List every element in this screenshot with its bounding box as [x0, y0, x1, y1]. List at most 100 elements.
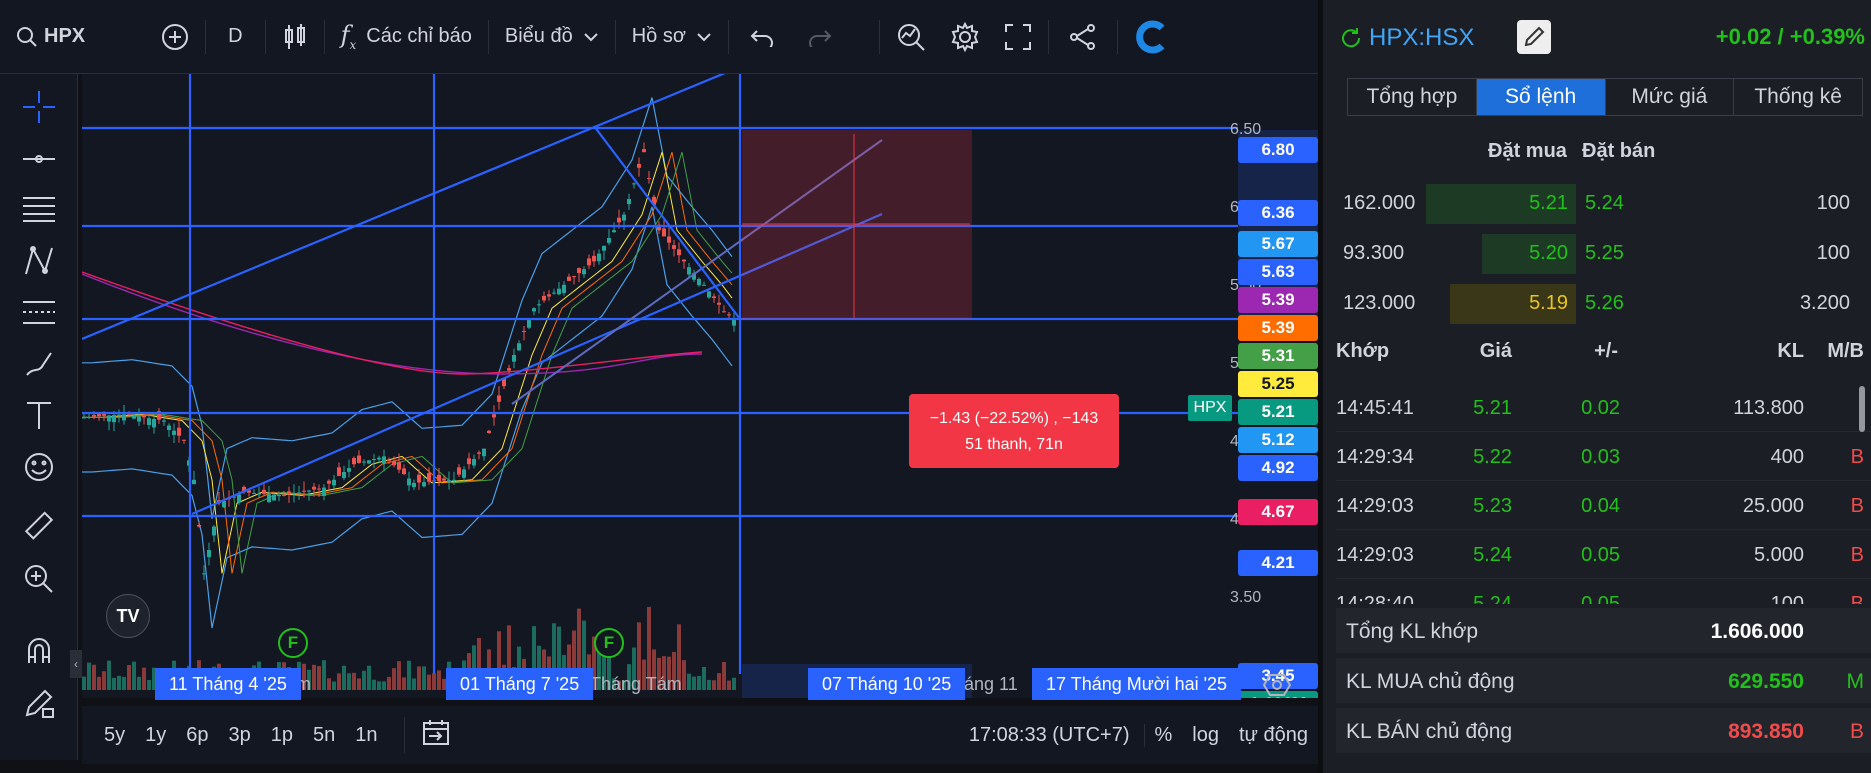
match-row[interactable]: 14:28:40 5.24 0.05 100 B — [1336, 580, 1871, 604]
refresh-icon[interactable] — [1339, 26, 1363, 50]
brush-tool[interactable] — [18, 342, 60, 384]
crosshair-tool[interactable] — [18, 86, 60, 128]
candle-body — [397, 462, 401, 470]
fib-tool[interactable] — [18, 188, 60, 230]
volume-bar — [82, 676, 86, 690]
symbol-search[interactable]: HPX — [12, 17, 97, 57]
indicators-button[interactable]: fx Các chỉ báo — [329, 17, 484, 57]
range-button-3p[interactable]: 3p — [219, 724, 261, 747]
orderbook-row[interactable]: 123.000 5.19 5.26 3.200 — [1343, 284, 1868, 324]
candle-body — [197, 524, 201, 527]
auto-scale-toggle[interactable]: tự động — [1229, 724, 1318, 747]
divider — [487, 19, 489, 54]
measure-tool[interactable] — [18, 506, 60, 548]
prediction-tool[interactable] — [18, 292, 60, 334]
trendline-tool[interactable] — [18, 138, 60, 180]
candle-body — [377, 457, 381, 460]
financials-marker[interactable]: F — [278, 628, 308, 658]
emoji-tool[interactable] — [18, 446, 60, 488]
chevron-down-icon — [584, 32, 598, 41]
volume-bar — [352, 672, 356, 690]
candle-body — [497, 395, 501, 402]
interval-button[interactable]: D — [210, 17, 260, 57]
candle-body — [427, 473, 431, 482]
candle-body — [342, 472, 346, 478]
share-button[interactable] — [1053, 17, 1113, 57]
bollinger-bands — [82, 97, 733, 629]
match-scrollbar[interactable] — [1859, 386, 1865, 432]
tab-orderbook[interactable]: Sổ lệnh — [1476, 79, 1606, 115]
range-button-5y[interactable]: 5y — [94, 724, 135, 747]
symbol-price-tag: HPX — [1188, 395, 1232, 421]
line-tool-icon — [23, 155, 55, 163]
text-tool[interactable] — [18, 394, 60, 436]
hexagon-settings-icon — [1262, 674, 1292, 696]
undo-button[interactable] — [733, 17, 791, 57]
candle-body — [457, 467, 461, 475]
ruler-icon — [24, 511, 54, 540]
financials-marker[interactable]: F — [594, 628, 624, 658]
fullscreen-button[interactable] — [992, 17, 1044, 57]
panel-change: +0.02 / +0.39% — [1715, 24, 1865, 49]
match-list[interactable]: 14:45:41 5.21 0.02 113.800 14:29:34 5.22 0.03 4… — [1323, 384, 1871, 604]
range-button-5n[interactable]: 5n — [303, 724, 345, 747]
candle-body — [87, 417, 91, 419]
orderbook-row[interactable]: 93.300 5.20 5.25 100 — [1343, 234, 1868, 274]
bid-volume: 162.000 — [1343, 192, 1416, 214]
chart-type-menu[interactable]: Biểu đồ — [493, 17, 611, 57]
candle-body — [177, 427, 181, 436]
tab-price-levels[interactable]: Mức giá — [1606, 79, 1735, 115]
range-button-6p[interactable]: 6p — [176, 724, 218, 747]
summary-row: KL MUA chủ động 629.550 M — [1336, 658, 1871, 706]
price-chart-canvas[interactable] — [82, 74, 1318, 698]
volume-bar — [117, 675, 121, 690]
zoom-tool[interactable] — [18, 558, 60, 600]
candle-body — [422, 482, 426, 487]
lock-drawings-tool[interactable] — [18, 682, 60, 724]
range-button-1n[interactable]: 1n — [345, 724, 387, 747]
ma-pink — [82, 271, 703, 375]
volume-bar — [342, 665, 346, 690]
orderbook-row[interactable]: 162.000 5.21 5.24 100 — [1343, 184, 1868, 224]
tradingview-logo[interactable]: TV — [106, 594, 150, 638]
axis-settings-button[interactable] — [1262, 670, 1292, 700]
candle-body — [542, 295, 546, 301]
candle-body — [352, 458, 356, 465]
alert-button[interactable] — [884, 17, 938, 57]
redo-button[interactable] — [791, 17, 849, 57]
clock[interactable]: 17:08:33 (UTC+7) — [959, 723, 1145, 747]
candle-body — [317, 488, 321, 490]
candle-type-button[interactable] — [270, 17, 320, 57]
magnet-icon — [28, 638, 50, 663]
smiley-icon — [25, 453, 53, 481]
tab-summary[interactable]: Tổng hợp — [1348, 79, 1477, 115]
range-button-1p[interactable]: 1p — [261, 724, 303, 747]
range-button-1y[interactable]: 1y — [135, 724, 176, 747]
match-row[interactable]: 14:29:03 5.23 0.04 25.000 B — [1336, 482, 1871, 530]
candle-body — [292, 493, 296, 495]
pattern-tool[interactable] — [18, 240, 60, 282]
collapse-toolbar-handle[interactable]: ‹ — [70, 650, 82, 678]
compare-button[interactable] — [149, 17, 201, 57]
volume-bar — [317, 666, 321, 690]
projection-icon — [23, 301, 55, 324]
profile-menu[interactable]: Hồ sơ — [620, 17, 724, 57]
redo-icon — [808, 29, 832, 47]
summary-value: 893.850 — [1728, 720, 1804, 743]
settings-button[interactable] — [938, 17, 992, 57]
price-tick: 3.50 — [1230, 589, 1262, 606]
chart-area[interactable]: 6.506.005.505.004.504.003.50 6.806.365.6… — [82, 74, 1318, 698]
date-range-button[interactable] — [403, 717, 451, 753]
candle-body — [347, 468, 351, 472]
candle-body — [222, 501, 226, 508]
match-row[interactable]: 14:29:34 5.22 0.03 400 B — [1336, 433, 1871, 481]
divider — [1116, 19, 1118, 54]
tab-statistics[interactable]: Thống kê — [1734, 79, 1862, 115]
percent-toggle[interactable]: % — [1145, 724, 1183, 747]
candle-body — [552, 292, 556, 294]
match-row[interactable]: 14:45:41 5.21 0.02 113.800 — [1336, 384, 1871, 432]
magnet-tool[interactable] — [18, 630, 60, 672]
edit-symbol-button[interactable] — [1517, 20, 1551, 54]
match-row[interactable]: 14:29:03 5.24 0.05 5.000 B — [1336, 531, 1871, 579]
log-toggle[interactable]: log — [1182, 724, 1229, 747]
